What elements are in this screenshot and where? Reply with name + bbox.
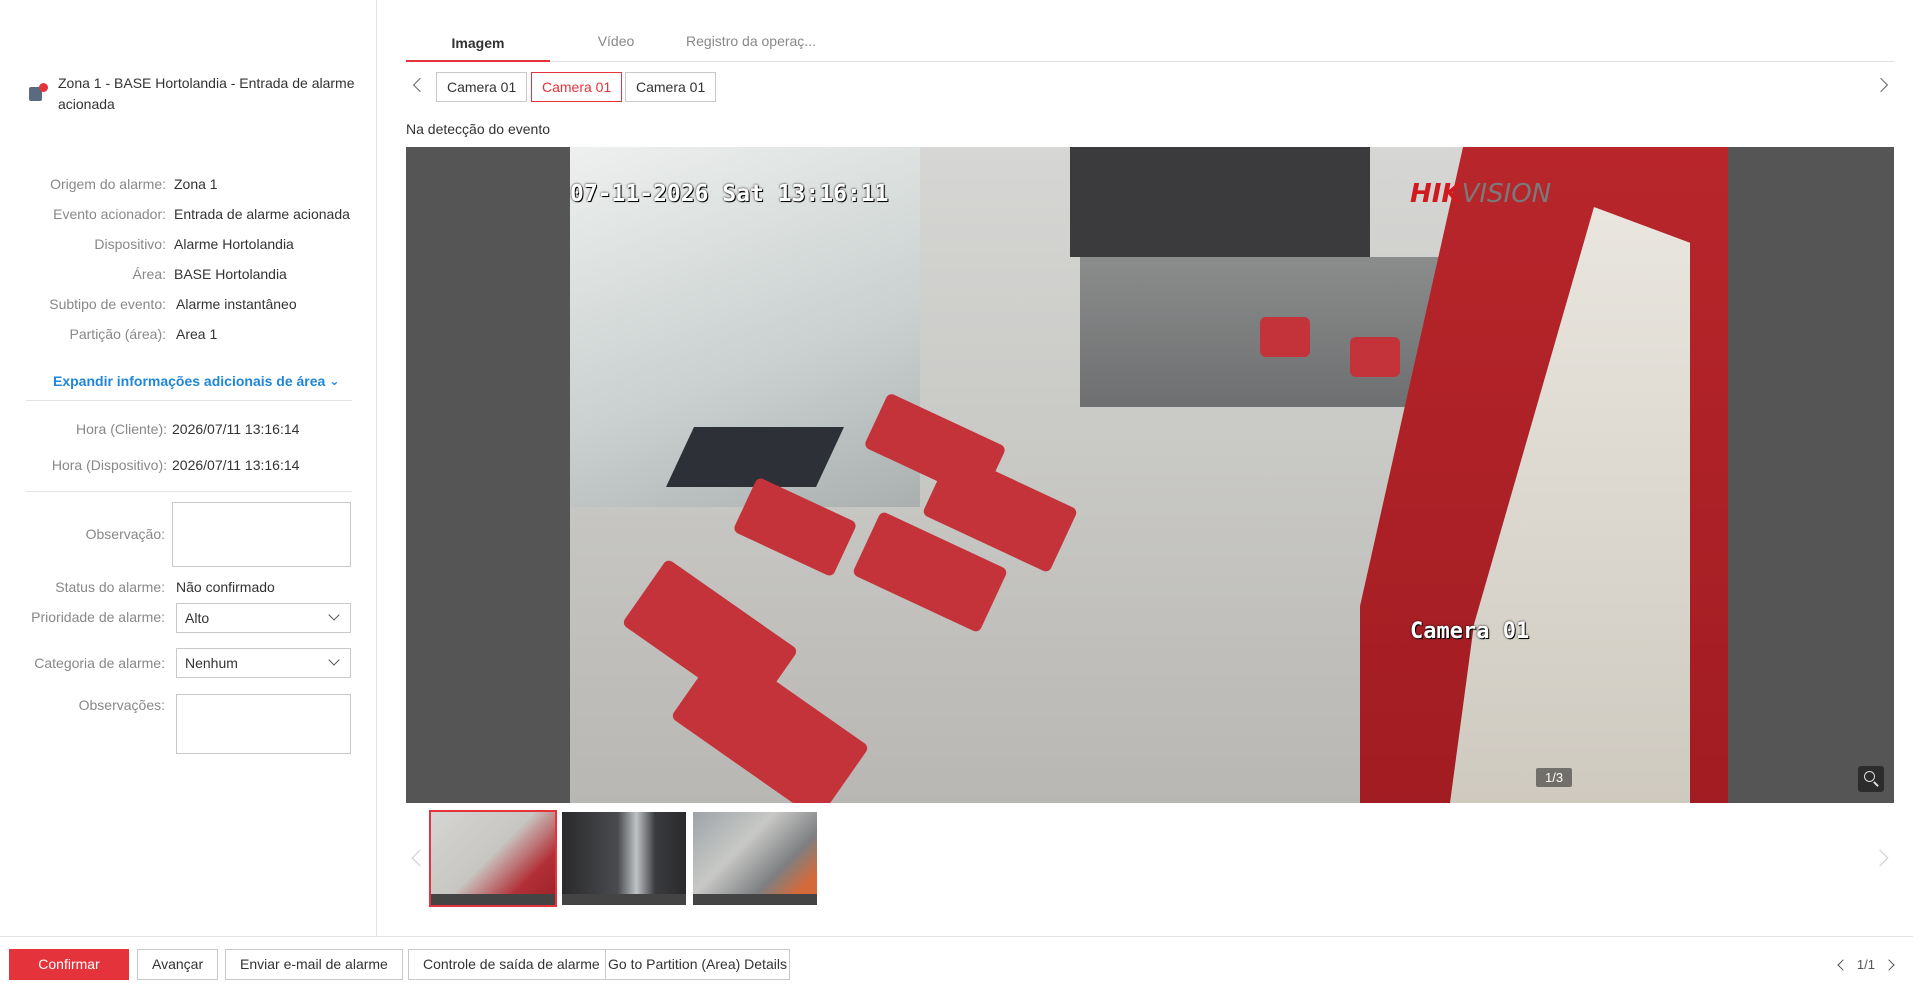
detail-value: Alarme instantâneo	[176, 296, 297, 312]
category-value: Nenhum	[185, 655, 238, 671]
time-label: Hora (Cliente):	[75, 421, 167, 437]
detail-label: Origem do alarme:	[50, 176, 166, 192]
observacoes-label: Observações:	[78, 697, 165, 713]
divider	[26, 491, 352, 492]
tab-video[interactable]: Vídeo	[566, 24, 666, 60]
back-wall	[1070, 147, 1370, 257]
observacoes-textarea[interactable]	[176, 694, 351, 754]
media-tabs: Imagem Vídeo Registro da operaç...	[406, 26, 1894, 62]
detail-label: Subtipo de evento:	[49, 296, 166, 312]
divider	[26, 400, 352, 401]
double-chevron-down-icon: ⌄	[329, 374, 340, 388]
page-indicator: 1/1	[1856, 957, 1875, 972]
detail-row-origem: Origem do alarme: Zona 1	[0, 174, 377, 194]
alarm-detail-window: Zona 1 - BASE Hortolandia - Entrada de a…	[0, 0, 1913, 989]
capture-caption: Na detecção do evento	[406, 121, 550, 137]
priority-select[interactable]: Alto	[176, 603, 351, 633]
status-value: Não confirmado	[176, 579, 275, 595]
detail-row-evento: Evento acionador: Entrada de alarme acio…	[0, 204, 377, 224]
detail-value: Alarme Hortolandia	[174, 236, 294, 252]
zoom-in-button[interactable]	[1858, 766, 1884, 792]
image-counter: 1/3	[1536, 768, 1573, 787]
brand-sub: VISION	[1461, 179, 1552, 209]
time-row-device: Hora (Dispositivo): 2026/07/11 13:16:14	[0, 455, 377, 475]
observacao-label: Observação:	[85, 526, 165, 542]
floor-mat	[666, 427, 844, 487]
time-value: 2026/07/11 13:16:14	[172, 421, 300, 437]
category-label: Categoria de alarme:	[34, 655, 165, 671]
send-email-button[interactable]: Enviar e-mail de alarme	[225, 949, 403, 980]
alarm-input-icon	[28, 83, 48, 103]
detail-row-particao: Partição (área): Area 1	[0, 324, 377, 344]
camera-button[interactable]: Camera 01	[436, 72, 528, 102]
category-select[interactable]: Nenhum	[176, 648, 351, 678]
chevron-down-icon	[328, 609, 340, 621]
detail-label: Partição (área):	[69, 326, 166, 342]
action-bar: Confirmar Avançar Enviar e-mail de alarm…	[0, 936, 1913, 989]
thumb-prev-icon[interactable]	[411, 849, 429, 867]
chair	[1350, 337, 1400, 377]
osd-datetime: 07-11-2026 Sat 13:16:11	[570, 181, 889, 207]
camera-snapshot: 07-11-2026 Sat 13:16:11 HIKVISION Camera…	[570, 147, 1728, 803]
pager: 1/1	[1837, 957, 1895, 972]
brand-main: HIK	[1410, 179, 1462, 209]
detail-value: Entrada de alarme acionada	[174, 206, 350, 222]
chevron-right-icon[interactable]	[1883, 958, 1895, 971]
thumbnail-2[interactable]	[562, 812, 686, 905]
chevron-down-icon	[328, 654, 340, 666]
detail-label: Área:	[132, 266, 166, 282]
tab-registro[interactable]: Registro da operaç...	[686, 24, 816, 60]
chevron-right-icon[interactable]	[1873, 77, 1889, 93]
detail-row-dispositivo: Dispositivo: Alarme Hortolandia	[0, 234, 377, 254]
advance-button[interactable]: Avançar	[137, 949, 219, 980]
detail-value: Area 1	[176, 326, 218, 342]
detail-label: Evento acionador:	[53, 206, 166, 222]
time-row-client: Hora (Cliente): 2026/07/11 13:16:14	[0, 419, 377, 439]
zoom-icon	[1864, 771, 1875, 782]
confirm-button[interactable]: Confirmar	[9, 949, 129, 980]
detail-row-subtipo: Subtipo de evento: Alarme instantâneo	[0, 294, 377, 314]
detail-value: Zona 1	[174, 176, 218, 192]
alarm-output-button[interactable]: Controle de saída de alarme	[408, 949, 615, 980]
partition-details-button[interactable]: Go to Partition (Area) Details	[605, 949, 790, 980]
chevron-left-icon[interactable]	[1837, 958, 1849, 971]
time-value: 2026/07/11 13:16:14	[172, 457, 300, 473]
observacao-textarea[interactable]	[172, 502, 351, 567]
osd-camera-name: Camera 01	[1410, 619, 1530, 644]
thumb-next-icon[interactable]	[1871, 849, 1889, 867]
detail-value: BASE Hortolandia	[174, 266, 287, 282]
camera-button-active[interactable]: Camera 01	[531, 72, 623, 102]
chevron-left-icon[interactable]	[412, 77, 428, 93]
priority-value: Alto	[185, 610, 210, 626]
alarm-title: Zona 1 - BASE Hortolandia - Entrada de a…	[58, 75, 355, 112]
expand-label: Expandir informações adicionais de área	[53, 373, 326, 389]
thumbnail-1[interactable]	[429, 810, 557, 907]
image-viewer[interactable]: 07-11-2026 Sat 13:16:11 HIKVISION Camera…	[406, 147, 1894, 803]
alarm-header: Zona 1 - BASE Hortolandia - Entrada de a…	[28, 73, 358, 115]
detail-label: Dispositivo:	[94, 236, 166, 252]
expand-area-info-link[interactable]: Expandir informações adicionais de área …	[53, 373, 339, 389]
alarm-info-panel: Zona 1 - BASE Hortolandia - Entrada de a…	[0, 0, 377, 936]
chair	[1260, 317, 1310, 357]
status-label: Status do alarme:	[55, 579, 165, 595]
detail-row-area: Área: BASE Hortolandia	[0, 264, 377, 284]
priority-label: Prioridade de alarme:	[31, 609, 165, 625]
thumbnail-3[interactable]	[693, 812, 817, 905]
hikvision-logo: HIKVISION	[1410, 179, 1551, 209]
camera-button[interactable]: Camera 01	[625, 72, 717, 102]
time-label: Hora (Dispositivo):	[51, 457, 167, 473]
tab-imagem[interactable]: Imagem	[406, 26, 550, 62]
